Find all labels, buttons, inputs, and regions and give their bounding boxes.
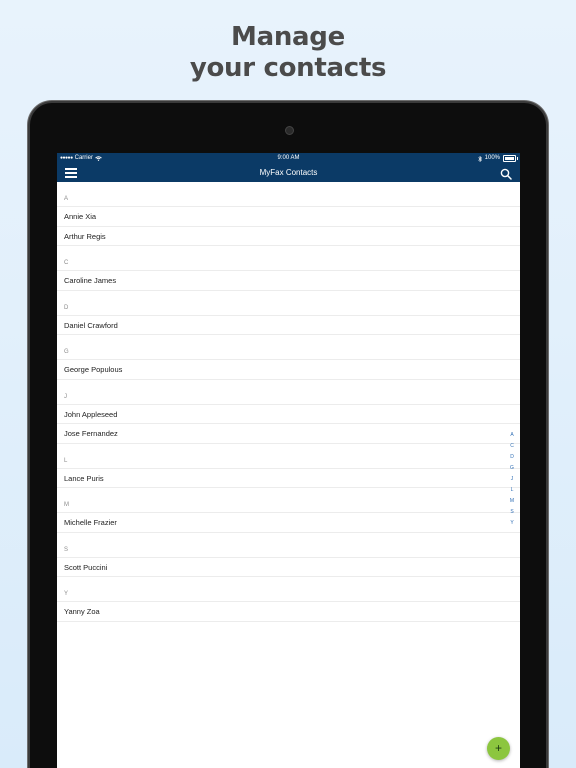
headline: Manage your contacts [0,22,576,84]
contact-section-d: D Daniel Crawford [57,291,520,335]
section-header: G [57,335,520,360]
section-header: L [57,444,520,469]
contact-section-s: S Scott Puccini [57,533,520,577]
index-letter-y[interactable]: Y [510,518,513,529]
headline-line-1: Manage [231,22,345,52]
headline-line-2: your contacts [189,53,387,83]
contact-section-y: Y Yanny Zoa [57,577,520,622]
index-letter-l[interactable]: L [511,485,514,496]
battery-percent: 100% [484,155,500,161]
contact-row[interactable]: Lance Puris [57,469,520,488]
contact-row[interactable]: George Populous [57,360,520,380]
status-bar: ●●●●● Carrier 9:00 AM 100% [57,153,520,164]
index-letter-g[interactable]: G [510,463,514,474]
contact-row[interactable]: Annie Xia [57,207,520,227]
contact-section-l: L Lance Puris [57,444,520,488]
tablet-frame: ●●●●● Carrier 9:00 AM 100% MyFax Contact… [30,103,546,768]
contact-section-a: A Annie Xia Arthur Regis [57,182,520,246]
contact-row[interactable]: Michelle Frazier [57,513,520,533]
app-screen: ●●●●● Carrier 9:00 AM 100% MyFax Contact… [57,153,520,768]
index-letter-j[interactable]: J [511,474,514,485]
section-header: Y [57,577,520,602]
section-header: S [57,533,520,558]
add-contact-button[interactable]: + [487,737,510,760]
section-header: C [57,246,520,271]
contact-row[interactable]: John Appleseed [57,405,520,424]
index-letter-s[interactable]: S [510,507,513,518]
camera-icon [285,126,294,135]
section-header: D [57,291,520,316]
nav-title: MyFax Contacts [259,168,318,177]
index-letter-c[interactable]: C [510,441,514,452]
alphabet-index[interactable]: ACDGJLMSY [508,430,516,529]
bluetooth-icon [477,155,482,162]
contact-section-g: G George Populous [57,335,520,380]
contact-row[interactable]: Daniel Crawford [57,316,520,335]
contact-row[interactable]: Yanny Zoa [57,602,520,622]
nav-bar: MyFax Contacts [57,164,520,182]
battery-icon [503,155,518,162]
contact-section-m: M Michelle Frazier [57,488,520,533]
contact-row[interactable]: Arthur Regis [57,227,520,246]
index-letter-a[interactable]: A [510,430,513,441]
index-letter-d[interactable]: D [510,452,514,463]
contact-row[interactable]: Scott Puccini [57,558,520,577]
section-header: J [57,380,520,405]
section-header: A [57,182,520,207]
contact-section-j: J John Appleseed Jose Fernandez [57,380,520,444]
status-time: 9:00 AM [277,155,300,161]
section-header: M [57,488,520,513]
status-right: 100% [477,153,518,164]
contact-list: A Annie Xia Arthur Regis C Caroline James D Da… [57,182,520,622]
search-icon[interactable] [500,167,512,180]
contact-row[interactable]: Jose Fernandez [57,424,520,444]
contact-row[interactable]: Caroline James [57,271,520,291]
contact-section-c: C Caroline James [57,246,520,291]
index-letter-m[interactable]: M [510,496,514,507]
